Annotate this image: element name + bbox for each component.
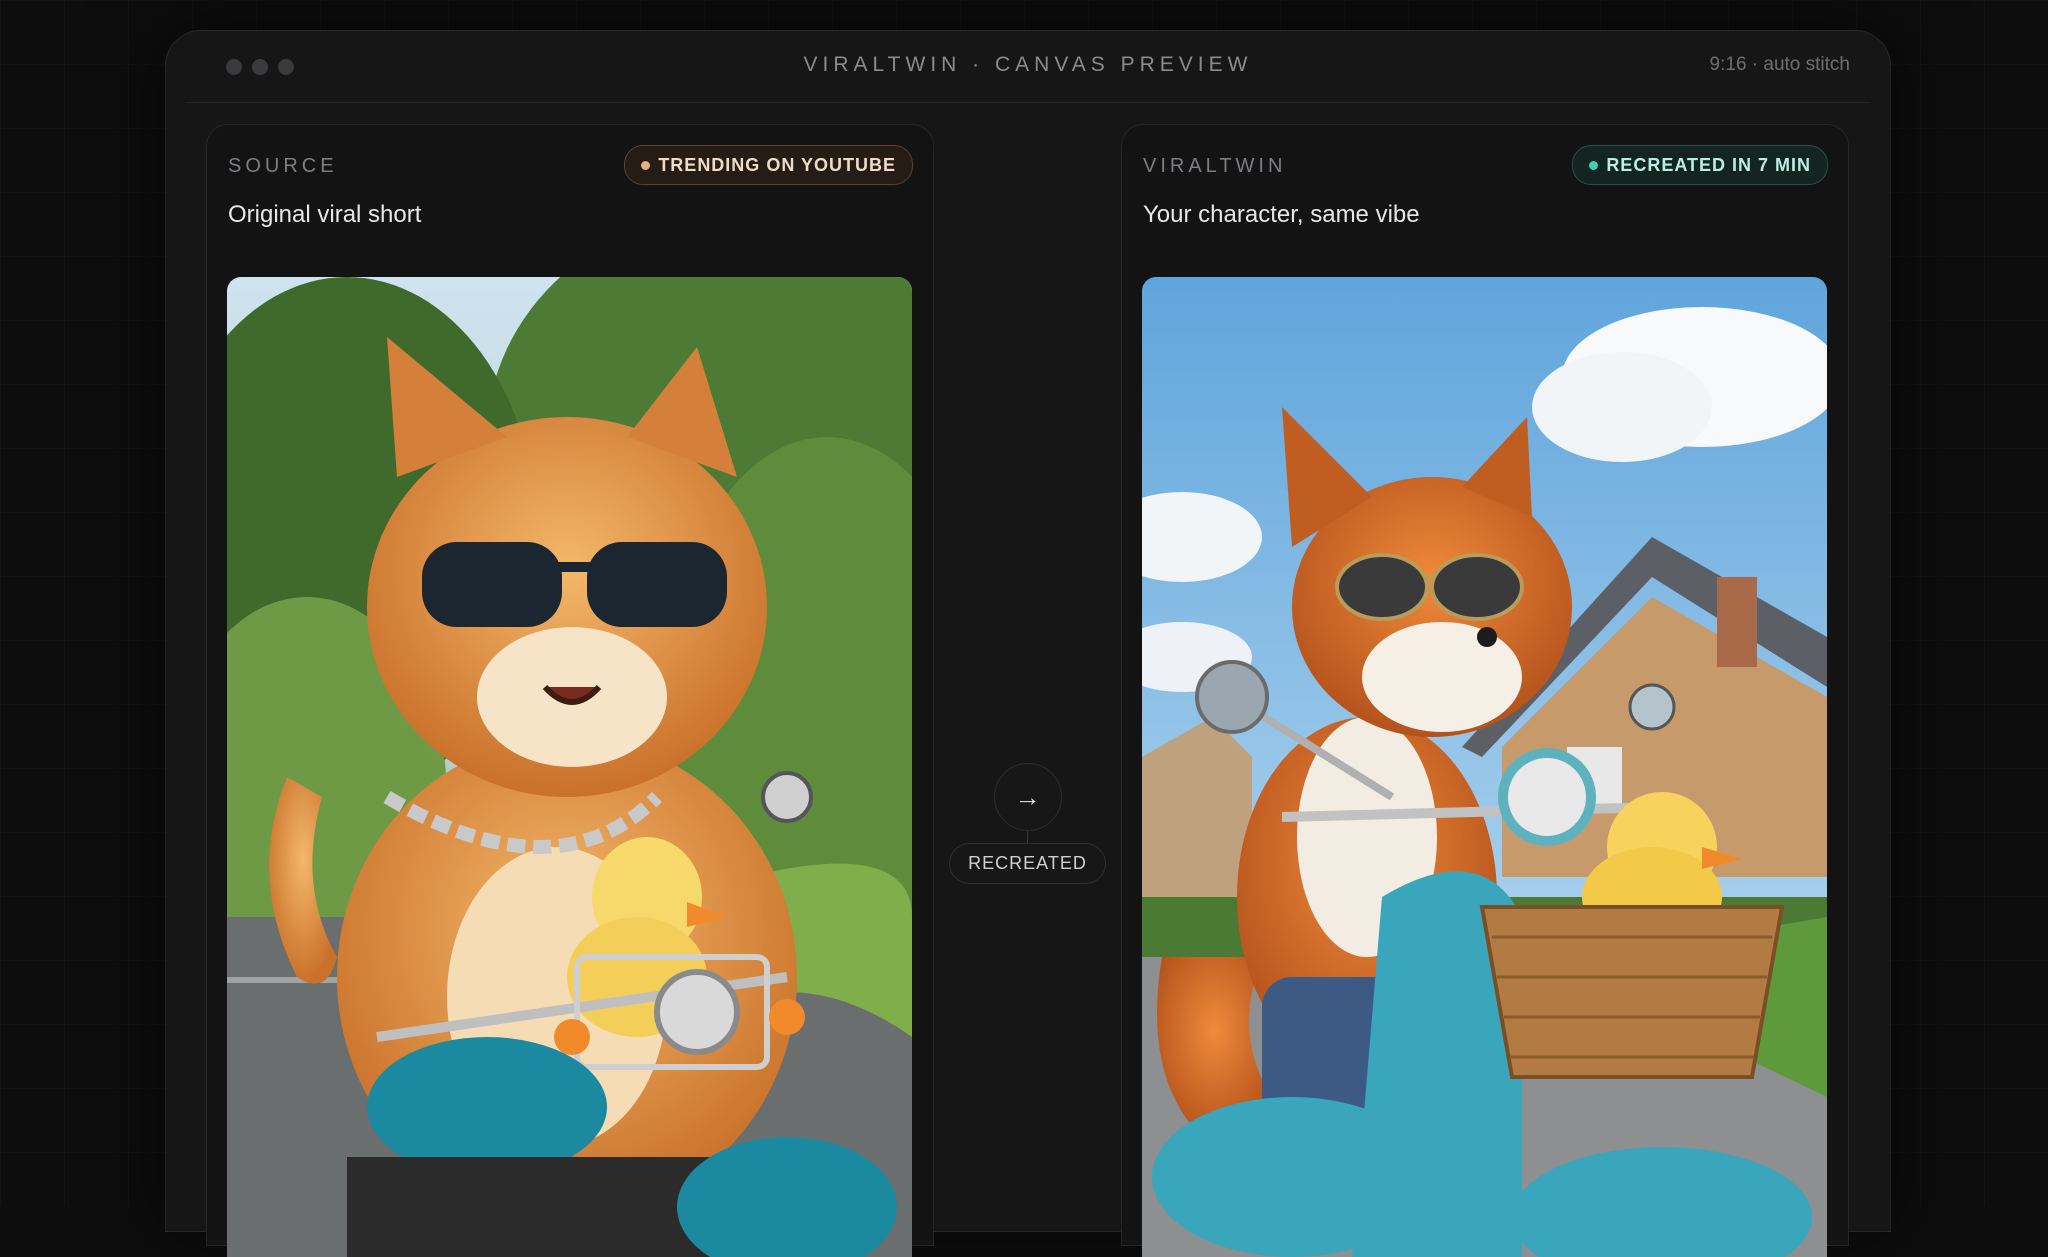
trending-badge-text: TRENDING ON YOUTUBE bbox=[658, 155, 896, 176]
trending-dot-icon bbox=[641, 161, 650, 170]
recreated-dot-icon bbox=[1589, 161, 1598, 170]
title-bar: VIRALTWIN · CANVAS PREVIEW 9:16 · auto s… bbox=[186, 31, 1870, 103]
source-label: SOURCE bbox=[228, 155, 338, 178]
canvas-preview-window: VIRALTWIN · CANVAS PREVIEW 9:16 · auto s… bbox=[165, 30, 1891, 1232]
viraltwin-label: VIRALTWIN bbox=[1143, 155, 1286, 178]
window-meta: 9:16 · auto stitch bbox=[1710, 54, 1850, 76]
viraltwin-subtitle: Your character, same vibe bbox=[1143, 201, 1420, 229]
source-subtitle: Original viral short bbox=[228, 201, 421, 229]
recreated-time-badge: RECREATED IN 7 MIN bbox=[1572, 145, 1828, 185]
source-illustration bbox=[227, 277, 912, 1257]
viraltwin-panel: VIRALTWIN RECREATED IN 7 MIN Your charac… bbox=[1121, 124, 1849, 1246]
recreated-badge-text: RECREATED IN 7 MIN bbox=[1606, 155, 1811, 176]
recreated-pill: RECREATED bbox=[949, 843, 1106, 884]
source-panel: SOURCE TRENDING ON YOUTUBE Original vira… bbox=[206, 124, 934, 1246]
viraltwin-video-frame[interactable] bbox=[1142, 277, 1827, 1257]
viraltwin-illustration bbox=[1142, 277, 1827, 1257]
arrow-right-button[interactable]: → bbox=[994, 763, 1062, 831]
window-title: VIRALTWIN · CANVAS PREVIEW bbox=[186, 53, 1870, 77]
recreated-connector: → RECREATED bbox=[955, 763, 1100, 884]
trending-badge: TRENDING ON YOUTUBE bbox=[624, 145, 913, 185]
source-video-frame[interactable] bbox=[227, 277, 912, 1257]
arrow-right-icon: → bbox=[1015, 782, 1041, 813]
connector-stem bbox=[1027, 831, 1028, 843]
